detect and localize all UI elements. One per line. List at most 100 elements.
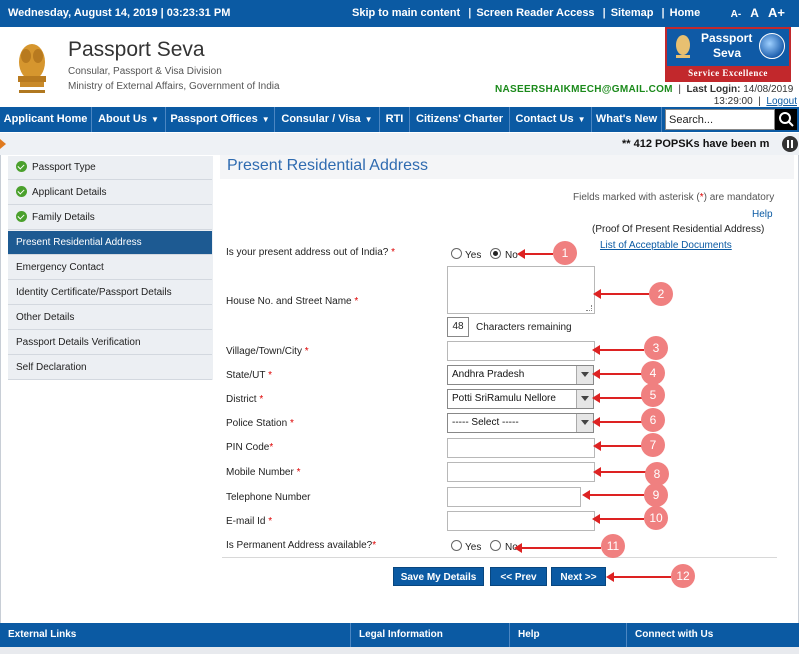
sidebar-item-present-address[interactable]: Present Residential Address (8, 231, 212, 255)
nav-passport-offices[interactable]: Passport Offices ▼ (166, 107, 275, 132)
site-title: Passport Seva (68, 38, 205, 61)
sidebar-item-self-declaration[interactable]: Self Declaration (8, 356, 212, 380)
state-select[interactable]: Andhra Pradesh (447, 365, 594, 385)
help-link[interactable]: Help (752, 209, 773, 220)
sitemap-link[interactable]: Sitemap (611, 7, 654, 19)
pin-code-label: PIN Code* (226, 442, 274, 453)
annotation-badge-1: 1 (553, 241, 577, 265)
nav-about-us[interactable]: About Us ▼ (92, 107, 166, 132)
annotation-badge-6: 6 (641, 408, 665, 432)
permanent-no-radio[interactable] (490, 540, 501, 551)
footer: External Links Legal Information Help Co… (0, 623, 799, 647)
news-ticker: ** 412 POPSKs have been m (0, 133, 799, 155)
out-of-india-yes-radio[interactable] (451, 248, 462, 259)
nav-applicant-home[interactable]: Applicant Home (0, 107, 92, 132)
pin-code-input[interactable] (447, 438, 595, 458)
font-size-controls: A- A A+ (725, 5, 785, 20)
footer-external-links[interactable]: External Links (0, 623, 350, 647)
district-select[interactable]: Potti SriRamulu Nellore (447, 389, 594, 409)
save-details-button[interactable]: Save My Details (393, 567, 484, 586)
footer-connect-with-us[interactable]: Connect with Us (626, 623, 799, 647)
annotation-badge-5: 5 (641, 383, 665, 407)
sidebar-item-passport-type[interactable]: Passport Type (8, 156, 212, 180)
font-normal-button[interactable]: A (750, 6, 759, 20)
logo-emblem-icon (676, 35, 690, 58)
email-label: E-mail Id * (226, 516, 273, 527)
chevron-down-icon: ▼ (150, 115, 159, 124)
footer-legal-information[interactable]: Legal Information (350, 623, 509, 647)
village-input[interactable] (447, 341, 595, 361)
next-button[interactable]: Next >> (551, 567, 606, 586)
chevron-down-icon (576, 390, 593, 408)
district-label: District * (226, 394, 264, 405)
chevron-down-icon: ▼ (364, 115, 373, 124)
sidebar-item-applicant-details[interactable]: Applicant Details (8, 181, 212, 205)
search-input[interactable]: Search... (665, 109, 775, 130)
mobile-input[interactable] (447, 462, 595, 482)
chars-remaining-count: 48 (447, 317, 469, 337)
skip-link[interactable]: Skip to main content (352, 7, 460, 19)
font-large-button[interactable]: A+ (768, 5, 785, 20)
permanent-yes-radio[interactable] (451, 540, 462, 551)
chevron-down-icon: ▼ (577, 115, 586, 124)
check-icon (16, 211, 27, 222)
site-subtitle-division: Consular, Passport & Visa Division (68, 66, 222, 77)
telephone-input[interactable] (447, 487, 581, 507)
acceptable-documents-link[interactable]: List of Acceptable Documents (600, 240, 732, 251)
out-of-india-label: Is your present address out of India? * (226, 247, 396, 258)
form-divider (222, 557, 777, 558)
police-station-label: Police Station * (226, 418, 294, 429)
house-street-textarea[interactable] (447, 266, 595, 314)
village-label: Village/Town/City * (226, 346, 309, 357)
logout-link[interactable]: Logout (766, 96, 797, 107)
annotation-arrow-11 (514, 543, 601, 553)
search-button[interactable] (775, 109, 797, 130)
sidebar-item-family-details[interactable]: Family Details (8, 206, 212, 230)
nav-contact-us[interactable]: Contact Us ▼ (510, 107, 592, 132)
last-login-label: Last Login: (686, 84, 741, 95)
screen-reader-link[interactable]: Screen Reader Access (476, 7, 594, 19)
proof-note: (Proof Of Present Residential Address) (592, 224, 765, 235)
check-icon (16, 161, 27, 172)
sidebar-item-verification[interactable]: Passport Details Verification (8, 331, 212, 355)
user-email: NASEERSHAIKMECH@GMAIL.COM (495, 84, 673, 95)
pause-icon[interactable] (782, 136, 798, 152)
passport-seva-logo: Passport Seva Service Excellence (665, 27, 791, 82)
user-info-line2: 13:29:00 | Logout (713, 96, 797, 107)
annotation-badge-12: 12 (671, 564, 695, 588)
annotation-arrow-10 (592, 514, 644, 524)
footer-help[interactable]: Help (509, 623, 626, 647)
national-emblem-icon (18, 44, 46, 93)
ticker-text[interactable]: ** 412 POPSKs have been m (622, 138, 772, 150)
top-links: Skip to main content | Screen Reader Acce… (352, 7, 701, 19)
sidebar-item-identity-certificate[interactable]: Identity Certificate/Passport Details (8, 281, 212, 305)
annotation-arrow-1 (517, 249, 553, 259)
out-of-india-yes-label: Yes (465, 250, 482, 261)
prev-button[interactable]: << Prev (490, 567, 547, 586)
nav-whats-new[interactable]: What's New (592, 107, 662, 132)
annotation-arrow-7 (593, 441, 642, 451)
search-icon (779, 112, 794, 127)
annotation-badge-10: 10 (644, 506, 668, 530)
annotation-arrow-9 (582, 490, 644, 500)
nav-rti[interactable]: RTI (380, 107, 410, 132)
user-info: NASEERSHAIKMECH@GMAIL.COM | Last Login: … (495, 84, 794, 95)
annotation-badge-3: 3 (644, 336, 668, 360)
nav-consular-visa[interactable]: Consular / Visa ▼ (275, 107, 380, 132)
site-subtitle-ministry: Ministry of External Affairs, Government… (68, 81, 280, 92)
sidebar-item-emergency-contact[interactable]: Emergency Contact (8, 256, 212, 280)
nav-citizens-charter[interactable]: Citizens' Charter (410, 107, 510, 132)
ticker-arrow-icon (0, 139, 6, 149)
logo-text-line1: Passport (701, 31, 753, 45)
annotation-badge-11: 11 (601, 534, 625, 558)
out-of-india-no-radio[interactable] (490, 248, 501, 259)
home-link[interactable]: Home (670, 7, 701, 19)
sidebar-item-other-details[interactable]: Other Details (8, 306, 212, 330)
email-input[interactable] (447, 511, 595, 531)
logo-text-line2: Seva (713, 46, 742, 60)
chars-remaining-label: Characters remaining (476, 322, 572, 333)
font-small-button[interactable]: A- (731, 9, 742, 20)
out-of-india-no-label: No (505, 250, 518, 261)
resize-grip-icon[interactable] (586, 305, 592, 311)
police-station-select[interactable]: ----- Select ----- (447, 413, 594, 433)
